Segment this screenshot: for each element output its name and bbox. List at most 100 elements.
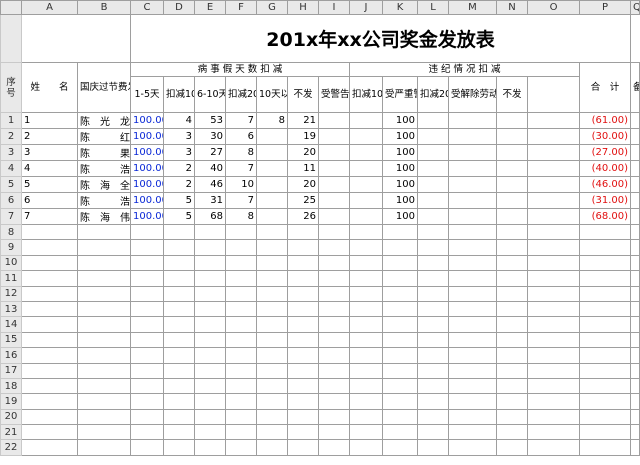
col-header-c[interactable]: C: [130, 0, 164, 15]
cell-h[interactable]: [287, 408, 319, 426]
header-remark[interactable]: 备 注: [630, 62, 640, 113]
cell-name[interactable]: 陈 果: [77, 144, 131, 161]
cell-d[interactable]: [163, 316, 195, 333]
row-header[interactable]: 13: [0, 300, 22, 318]
cell-standard[interactable]: [130, 362, 164, 379]
col-header-m[interactable]: M: [448, 0, 497, 15]
cell-e[interactable]: [194, 254, 226, 272]
cell-standard[interactable]: [130, 393, 164, 410]
cell-i[interactable]: [318, 270, 350, 287]
cell-i[interactable]: [318, 408, 350, 426]
cell-l[interactable]: [417, 347, 449, 364]
cell-i[interactable]: [318, 377, 350, 395]
row-header[interactable]: 6: [0, 192, 22, 209]
cell-standard[interactable]: 100.00: [130, 112, 164, 129]
cell-name[interactable]: [77, 408, 131, 426]
cell-remark[interactable]: [630, 316, 640, 333]
cell-l[interactable]: [417, 331, 449, 349]
header-over-10[interactable]: 10天以上: [256, 76, 288, 113]
cell-k[interactable]: [382, 300, 418, 318]
cell-d[interactable]: [163, 377, 195, 395]
cell-f[interactable]: [225, 316, 257, 333]
cell-n[interactable]: [496, 223, 528, 241]
cell-n[interactable]: [496, 176, 528, 193]
cell-o[interactable]: [527, 128, 580, 145]
cell-total[interactable]: [579, 239, 631, 256]
cell-m[interactable]: [448, 424, 497, 441]
cell-n[interactable]: [496, 254, 528, 272]
cell-l[interactable]: [417, 377, 449, 395]
cell-l[interactable]: [417, 160, 449, 177]
cell-h[interactable]: [287, 285, 319, 302]
cell-d[interactable]: [163, 393, 195, 410]
cell-o[interactable]: [527, 223, 580, 241]
cell-h[interactable]: [287, 239, 319, 256]
cell-g[interactable]: [256, 254, 288, 272]
cell-standard[interactable]: [130, 254, 164, 272]
cell-total[interactable]: [579, 377, 631, 395]
cell-m[interactable]: [448, 176, 497, 193]
cell-h[interactable]: 19: [287, 128, 319, 145]
cell-i[interactable]: [318, 254, 350, 272]
cell-name[interactable]: [77, 223, 131, 241]
cell-i[interactable]: [318, 192, 350, 209]
cell-k[interactable]: [382, 408, 418, 426]
cell-seq[interactable]: [21, 331, 78, 349]
cell-name[interactable]: [77, 362, 131, 379]
cell-f[interactable]: [225, 300, 257, 318]
cell-o[interactable]: [527, 144, 580, 161]
cell-e[interactable]: [194, 270, 226, 287]
cell-seq[interactable]: [21, 362, 78, 379]
row-header[interactable]: 18: [0, 377, 22, 395]
cell-total[interactable]: (46.00): [579, 176, 631, 193]
row-header[interactable]: 9: [0, 239, 22, 256]
cell-k[interactable]: 100: [382, 208, 418, 225]
header-warning[interactable]: 受警告处分: [318, 76, 350, 113]
cell-m[interactable]: [448, 270, 497, 287]
cell-i[interactable]: [318, 239, 350, 256]
cell-remark[interactable]: [630, 424, 640, 441]
cell-remark[interactable]: [630, 377, 640, 395]
cell-remark[interactable]: [630, 128, 640, 145]
header-sick-1-5[interactable]: 1-5天: [130, 76, 164, 113]
cell-n[interactable]: [496, 424, 528, 441]
cell-d[interactable]: [163, 439, 195, 456]
cell-e[interactable]: 31: [194, 192, 226, 209]
cell-o[interactable]: [527, 300, 580, 318]
cell-name[interactable]: 陈 海 全: [77, 176, 131, 193]
cell-total[interactable]: (27.00): [579, 144, 631, 161]
cell-n[interactable]: [496, 439, 528, 456]
cell-total[interactable]: [579, 254, 631, 272]
cell-e[interactable]: [194, 347, 226, 364]
cell-standard[interactable]: [130, 316, 164, 333]
header-violation-group[interactable]: 违 纪 情 况 扣 减: [349, 62, 580, 77]
cell-h[interactable]: 21: [287, 112, 319, 129]
cell-m[interactable]: [448, 316, 497, 333]
cell-l[interactable]: [417, 192, 449, 209]
cell-standard[interactable]: [130, 285, 164, 302]
cell-h[interactable]: [287, 254, 319, 272]
cell-f[interactable]: [225, 285, 257, 302]
cell-g[interactable]: [256, 128, 288, 145]
cell-remark[interactable]: [630, 439, 640, 456]
cell-remark[interactable]: [630, 254, 640, 272]
cell-h[interactable]: [287, 393, 319, 410]
cell-l[interactable]: [417, 223, 449, 241]
cell-name[interactable]: [77, 239, 131, 256]
cell-e[interactable]: [194, 393, 226, 410]
row-header[interactable]: 19: [0, 393, 22, 410]
cell-h[interactable]: 11: [287, 160, 319, 177]
cell-j[interactable]: [349, 424, 383, 441]
cell-total[interactable]: [579, 347, 631, 364]
cell-k[interactable]: [382, 239, 418, 256]
cell-k[interactable]: 100: [382, 176, 418, 193]
col-header-o[interactable]: O: [527, 0, 580, 15]
cell-standard[interactable]: [130, 331, 164, 349]
cell-seq[interactable]: [21, 377, 78, 395]
cell-h[interactable]: 25: [287, 192, 319, 209]
cell-h[interactable]: [287, 331, 319, 349]
cell-total[interactable]: [579, 362, 631, 379]
select-all-corner[interactable]: [0, 0, 22, 15]
col-header-b[interactable]: B: [77, 0, 131, 15]
cell-i[interactable]: [318, 393, 350, 410]
